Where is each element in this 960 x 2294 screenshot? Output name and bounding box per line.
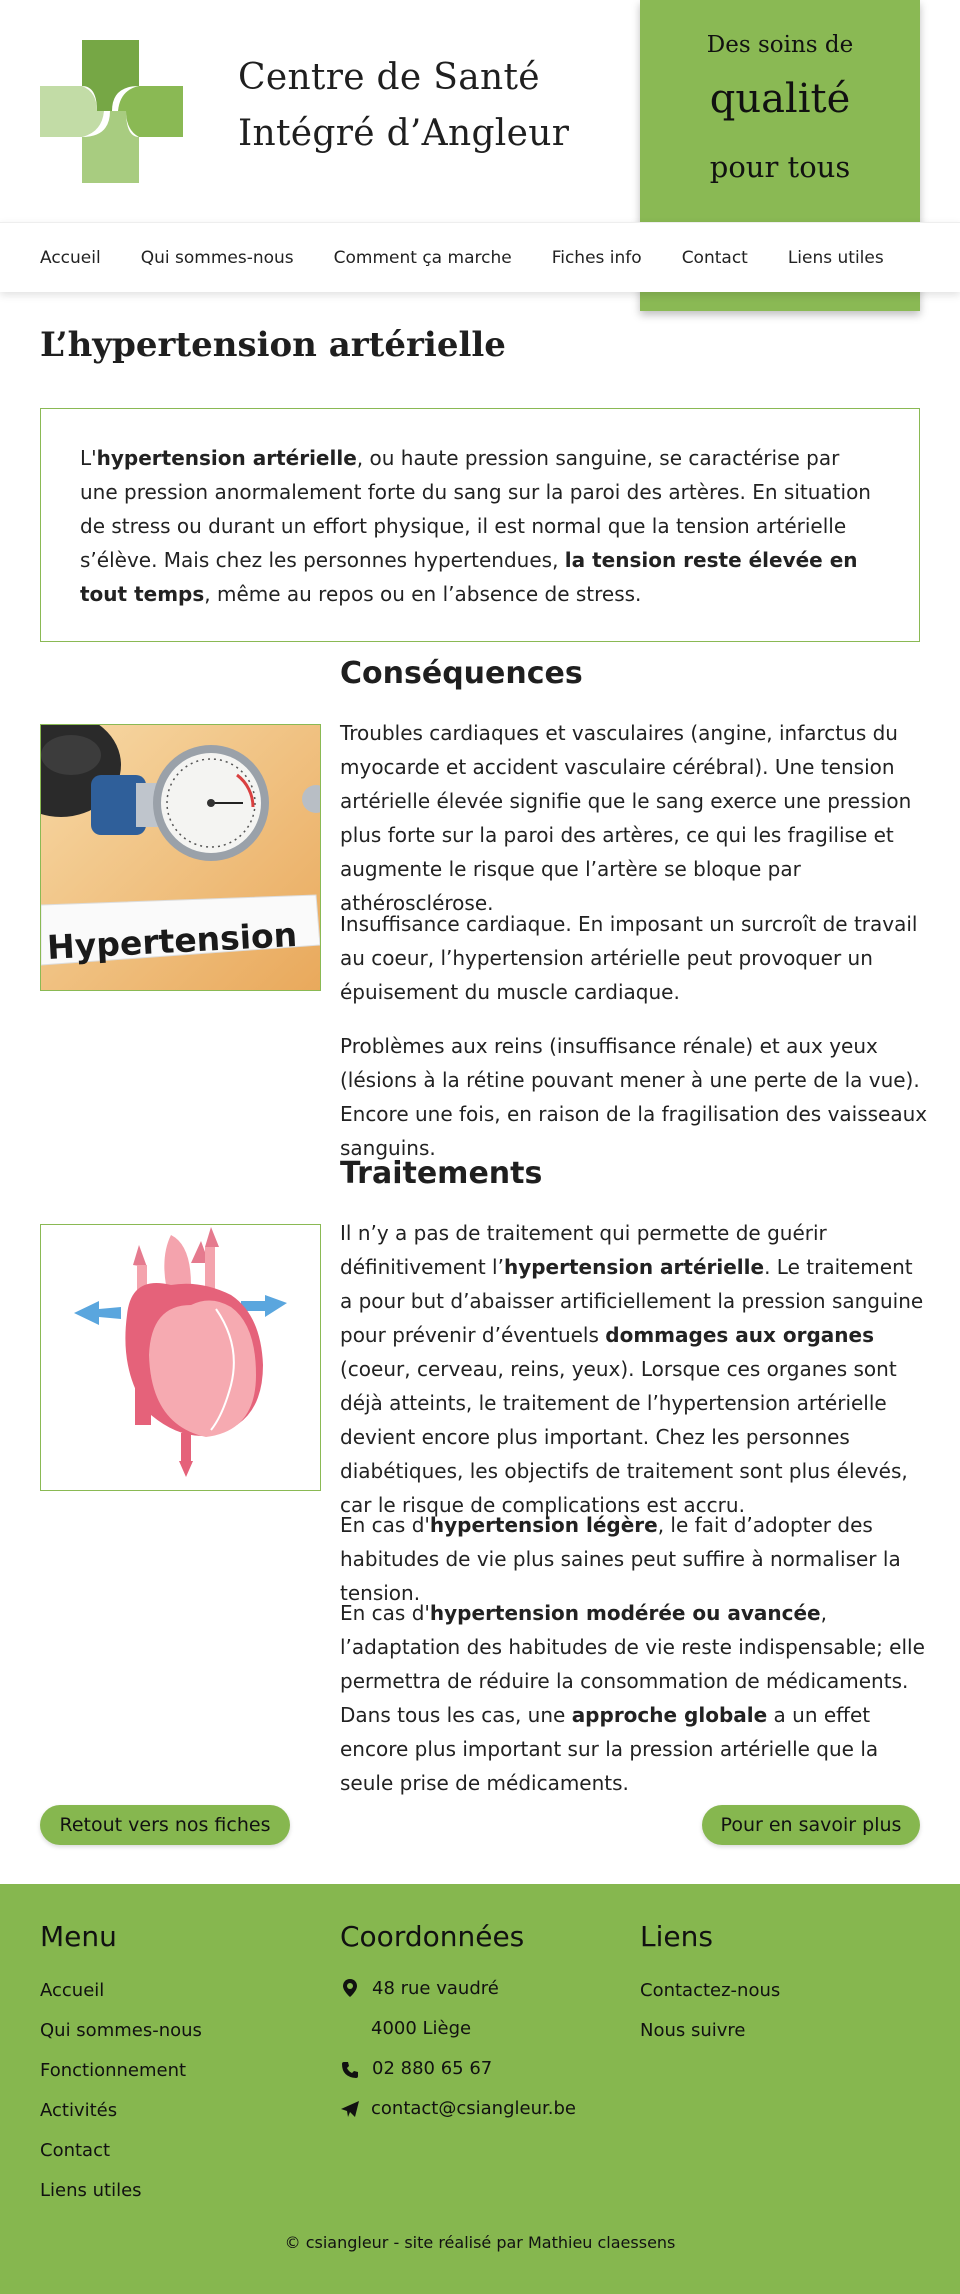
green-cross-logo-icon[interactable] <box>40 40 183 183</box>
intro-box: L'hypertension artérielle, ou haute pres… <box>40 408 920 642</box>
bold-term: approche globale <box>571 1703 768 1727</box>
intro-text: , même au repos ou en l’absence de stres… <box>204 582 642 606</box>
blood-pressure-gauge-illustration: Hypertension <box>41 725 320 990</box>
bold-term: hypertension modérée ou avancée <box>429 1601 821 1625</box>
traitements-paragraph-2: En cas d'hypertension légère, le fait d’… <box>340 1508 930 1610</box>
footer-menu-item-contact[interactable]: Contact <box>40 2140 110 2161</box>
site-name-line1: Centre de Santé <box>238 57 540 98</box>
nav-item-contact[interactable]: Contact <box>682 248 748 268</box>
paragraph-text: En cas d' <box>340 1513 430 1537</box>
paragraph-text: (coeur, cerveau, reins, yeux). Lorsque c… <box>340 1357 908 1517</box>
site-name-line2: Intégré d’Angleur <box>238 113 570 154</box>
slogan-line3: pour tous <box>709 150 851 184</box>
heart-image <box>40 1224 321 1491</box>
consequences-paragraph-1: Troubles cardiaques et vasculaires (angi… <box>340 721 912 915</box>
site-footer: Menu Accueil Qui sommes-nous Fonctionnem… <box>0 1884 960 2294</box>
footer-menu-item-accueil[interactable]: Accueil <box>40 1980 104 2001</box>
paragraph-text: En cas d' <box>340 1601 430 1625</box>
footer-address-line1: 48 rue vaudré <box>372 1978 499 1999</box>
bold-term: dommages aux organes <box>605 1323 874 1347</box>
hypertension-image: Hypertension <box>40 724 321 991</box>
traitements-paragraph-1: Il n’y a pas de traitement qui permette … <box>340 1216 930 1522</box>
footer-coord-title: Coordonnées <box>340 1920 525 1953</box>
nav-item-qui-sommes-nous[interactable]: Qui sommes-nous <box>141 248 294 268</box>
intro-bold-term: hypertension artérielle <box>96 446 357 470</box>
section-title-consequences: Conséquences <box>340 656 583 691</box>
bold-term: hypertension légère <box>429 1513 658 1537</box>
consequences-paragraph-2: Insuffisance cardiaque. En imposant un s… <box>340 912 918 1004</box>
heart-illustration <box>41 1225 320 1490</box>
phone-icon <box>342 2062 358 2078</box>
footer-link-contactez-nous[interactable]: Contactez-nous <box>640 1980 780 2001</box>
nav-item-comment-ca-marche[interactable]: Comment ça marche <box>334 248 512 268</box>
footer-menu-item-activites[interactable]: Activités <box>40 2100 117 2121</box>
footer-menu-item-fonctionnement[interactable]: Fonctionnement <box>40 2060 186 2081</box>
map-marker-icon <box>343 1979 357 1997</box>
copyright: © csiangleur - site réalisé par Mathieu … <box>284 2233 676 2252</box>
nav-item-liens-utiles[interactable]: Liens utiles <box>788 248 884 268</box>
intro-text: L' <box>80 446 97 470</box>
nav-item-accueil[interactable]: Accueil <box>40 248 101 268</box>
consequences-paragraph-3: Problèmes aux reins (insuffisance rénale… <box>340 1034 928 1160</box>
page-title: L’hypertension artérielle <box>40 325 506 365</box>
slogan-line1: Des soins de <box>706 32 854 58</box>
footer-link-nous-suivre[interactable]: Nous suivre <box>640 2020 746 2041</box>
nav-item-fiches-info[interactable]: Fiches info <box>552 248 642 268</box>
section-title-traitements: Traitements <box>340 1156 543 1191</box>
footer-menu-item-liens-utiles[interactable]: Liens utiles <box>40 2180 142 2201</box>
footer-menu-title: Menu <box>40 1920 117 1953</box>
site-name[interactable]: Centre de Santé Intégré d’Angleur <box>238 50 569 162</box>
footer-address-line2: 4000 Liège <box>371 2018 472 2039</box>
bold-term: hypertension artérielle <box>503 1255 765 1279</box>
learn-more-button[interactable]: Pour en savoir plus <box>702 1805 920 1845</box>
footer-phone[interactable]: 02 880 65 67 <box>372 2058 492 2079</box>
paper-plane-icon <box>341 2101 359 2117</box>
main-nav: Accueil Qui sommes-nous Comment ça march… <box>0 222 960 292</box>
back-to-fiches-button[interactable]: Retout vers nos fiches <box>40 1805 290 1845</box>
footer-menu-item-qui-sommes-nous[interactable]: Qui sommes-nous <box>40 2020 202 2041</box>
footer-links-title: Liens <box>640 1920 713 1953</box>
traitements-paragraph-3: En cas d'hypertension modérée ou avancée… <box>340 1596 930 1800</box>
slogan-line2: qualité <box>709 76 851 122</box>
footer-email[interactable]: contact@csiangleur.be <box>371 2098 576 2119</box>
